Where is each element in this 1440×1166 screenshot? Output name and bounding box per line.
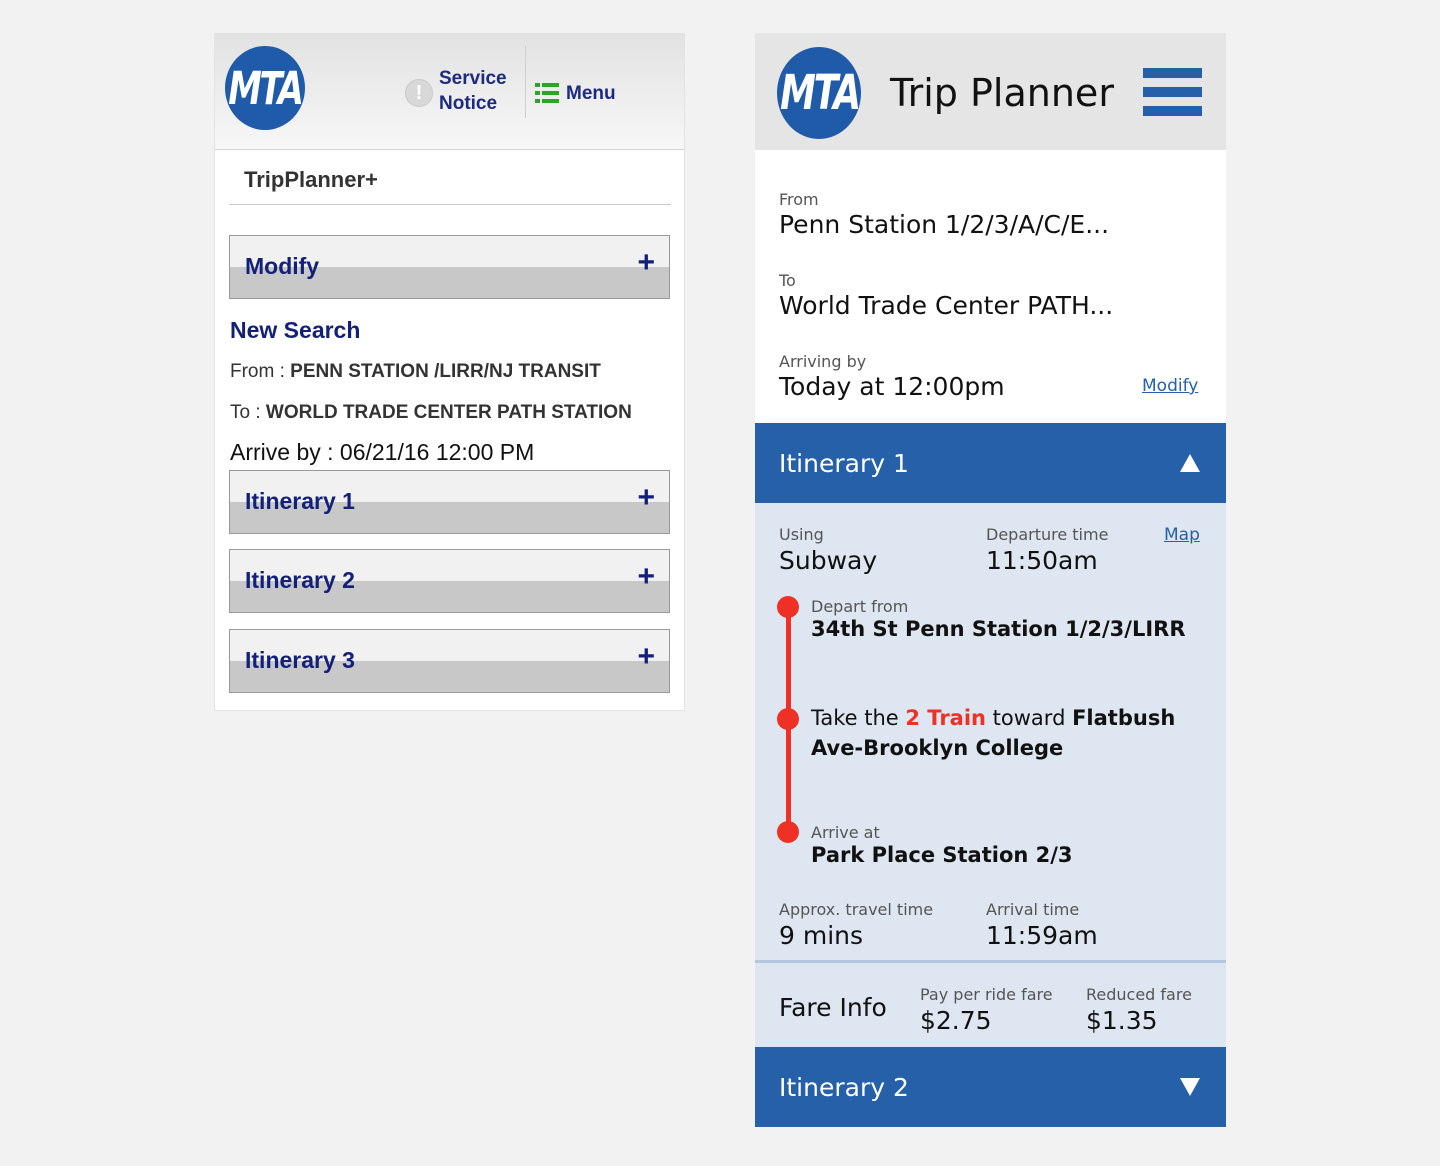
collapse-triangle-icon — [1180, 454, 1200, 472]
expand-triangle-icon — [1180, 1078, 1200, 1096]
arriving-label: Arriving by — [779, 352, 867, 371]
arrive-at-value: Park Place Station 2/3 — [811, 843, 1073, 867]
modify-label: Modify — [245, 253, 320, 279]
arriving-value: Today at 12:00pm — [779, 372, 1005, 401]
reduced-fare-value: $1.35 — [1086, 1006, 1158, 1035]
to-row: To : WORLD TRADE CENTER PATH STATION — [230, 402, 632, 424]
section-title: TripPlanner+ — [244, 167, 378, 192]
reduced-fare-label: Reduced fare — [1086, 985, 1192, 1004]
plus-icon: + — [637, 481, 655, 514]
departure-value: 11:50am — [986, 546, 1098, 575]
map-link[interactable]: Map — [1164, 525, 1200, 545]
header-divider — [525, 46, 526, 118]
arrive-by-text: Arrive by : 06/21/16 12:00 PM — [230, 439, 535, 465]
to-value: WORLD TRADE CENTER PATH STATION — [265, 402, 632, 423]
menu-link[interactable]: Menu — [566, 83, 616, 105]
modify-link[interactable]: Modify — [1142, 376, 1198, 396]
itinerary-label: Itinerary 1 — [245, 488, 355, 514]
itinerary-label: Itinerary 2 — [245, 567, 355, 593]
to-label: To — [779, 271, 796, 290]
itinerary-label: Itinerary 3 — [245, 647, 355, 673]
stop-dot — [777, 708, 799, 730]
itinerary-1-header[interactable]: Itinerary 1 — [755, 423, 1226, 503]
page-title: Trip Planner — [890, 71, 1114, 115]
from-label: From : — [230, 361, 285, 382]
arrival-time-value: 11:59am — [986, 921, 1098, 950]
old-header-bar: MTA ! Service Notice Menu — [215, 34, 684, 150]
new-trip-planner-screen: MTA Trip Planner From Penn Station 1/2/3… — [755, 33, 1226, 1127]
mta-logo-text: MTA — [779, 65, 861, 121]
depart-from-label: Depart from — [811, 597, 909, 616]
itinerary-1-accordion[interactable]: Itinerary 1 + — [229, 470, 670, 534]
trip-planner-header: MTA Trip Planner — [755, 33, 1226, 150]
from-row: From : PENN STATION /LIRR/NJ TRANSIT — [230, 361, 601, 383]
plus-icon: + — [637, 640, 655, 673]
trip-summary: From Penn Station 1/2/3/A/C/E... To Worl… — [755, 150, 1226, 423]
old-tripplanner-screen: MTA ! Service Notice Menu TripPlanner+ M… — [214, 33, 685, 711]
itinerary-2-accordion[interactable]: Itinerary 2 + — [229, 549, 670, 613]
stop-dot — [777, 821, 799, 843]
itinerary-1-label: Itinerary 1 — [779, 449, 909, 478]
mta-logo[interactable]: MTA — [225, 46, 305, 130]
fare-info-panel: Fare Info Pay per ride fare $2.75 Reduce… — [755, 960, 1226, 1044]
to-value: World Trade Center PATH... — [779, 291, 1114, 320]
per-ride-label: Pay per ride fare — [920, 985, 1053, 1004]
service-notice-link[interactable]: Service Notice — [439, 66, 519, 116]
travel-time-value: 9 mins — [779, 921, 864, 950]
from-value: PENN STATION /LIRR/NJ TRANSIT — [290, 361, 601, 382]
using-label: Using — [779, 525, 824, 544]
travel-time-label: Approx. travel time — [779, 900, 934, 919]
from-value: Penn Station 1/2/3/A/C/E... — [779, 210, 1110, 239]
list-menu-icon[interactable] — [535, 82, 559, 104]
plus-icon: + — [637, 246, 655, 279]
stop-dot — [777, 596, 799, 618]
from-label: From — [779, 190, 819, 209]
mta-logo[interactable]: MTA — [777, 47, 861, 139]
using-value: Subway — [779, 546, 878, 575]
new-search-link[interactable]: New Search — [230, 317, 360, 344]
fare-info-title: Fare Info — [779, 993, 887, 1022]
per-ride-value: $2.75 — [920, 1006, 992, 1035]
itinerary-2-header[interactable]: Itinerary 2 — [755, 1047, 1226, 1127]
take-prefix: Take the — [811, 706, 906, 730]
arrival-time-label: Arrival time — [986, 900, 1080, 919]
hamburger-menu-icon[interactable] — [1143, 68, 1202, 116]
title-divider — [229, 204, 671, 205]
plus-icon: + — [637, 560, 655, 593]
arrive-at-label: Arrive at — [811, 823, 880, 842]
mta-logo-text: MTA — [228, 61, 304, 115]
modify-accordion[interactable]: Modify + — [229, 235, 670, 299]
depart-from-value: 34th St Penn Station 1/2/3/LIRR — [811, 617, 1186, 641]
transfer-instruction: Take the 2 Train toward Flatbush Ave-Bro… — [811, 703, 1211, 763]
to-label: To : — [230, 402, 261, 423]
alert-icon[interactable]: ! — [405, 79, 433, 107]
toward-text: toward — [986, 706, 1073, 730]
itinerary-3-accordion[interactable]: Itinerary 3 + — [229, 629, 670, 693]
itinerary-2-label: Itinerary 2 — [779, 1073, 909, 1102]
departure-label: Departure time — [986, 525, 1109, 544]
train-name: 2 Train — [905, 706, 986, 730]
